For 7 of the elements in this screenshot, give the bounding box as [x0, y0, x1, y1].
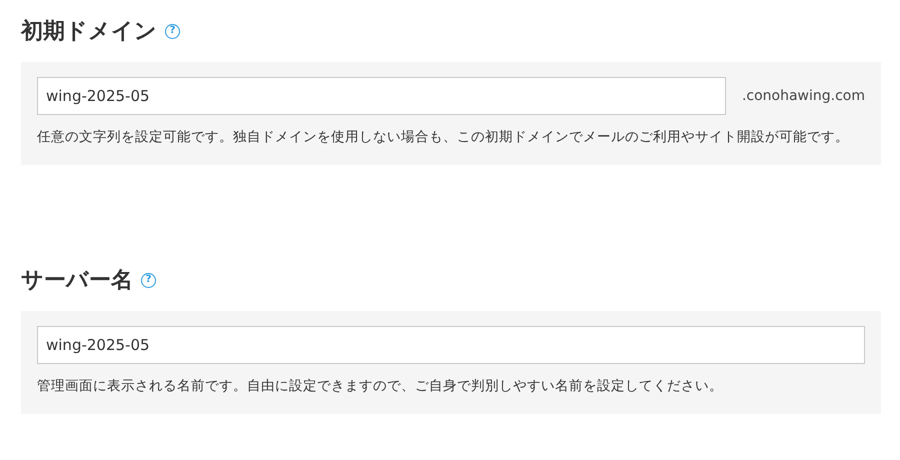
description: 管理画面に表示される名前です。自由に設定できますので、ご自身で判別しやすい名前を設定してください。	[37, 377, 724, 396]
input-field[interactable]: wing-2025-05	[37, 326, 865, 364]
domain-suffix: .conohawing.com	[742, 88, 865, 104]
input-field[interactable]: wing-2025-05	[37, 77, 726, 115]
section-title: サーバー名	[21, 267, 133, 295]
section-title: 初期ドメイン	[21, 18, 157, 46]
description: 任意の文字列を設定可能です。独自ドメインを使用しない場合も、この初期ドメインでメールのご利用やサイト開設が可能です。	[37, 128, 850, 147]
